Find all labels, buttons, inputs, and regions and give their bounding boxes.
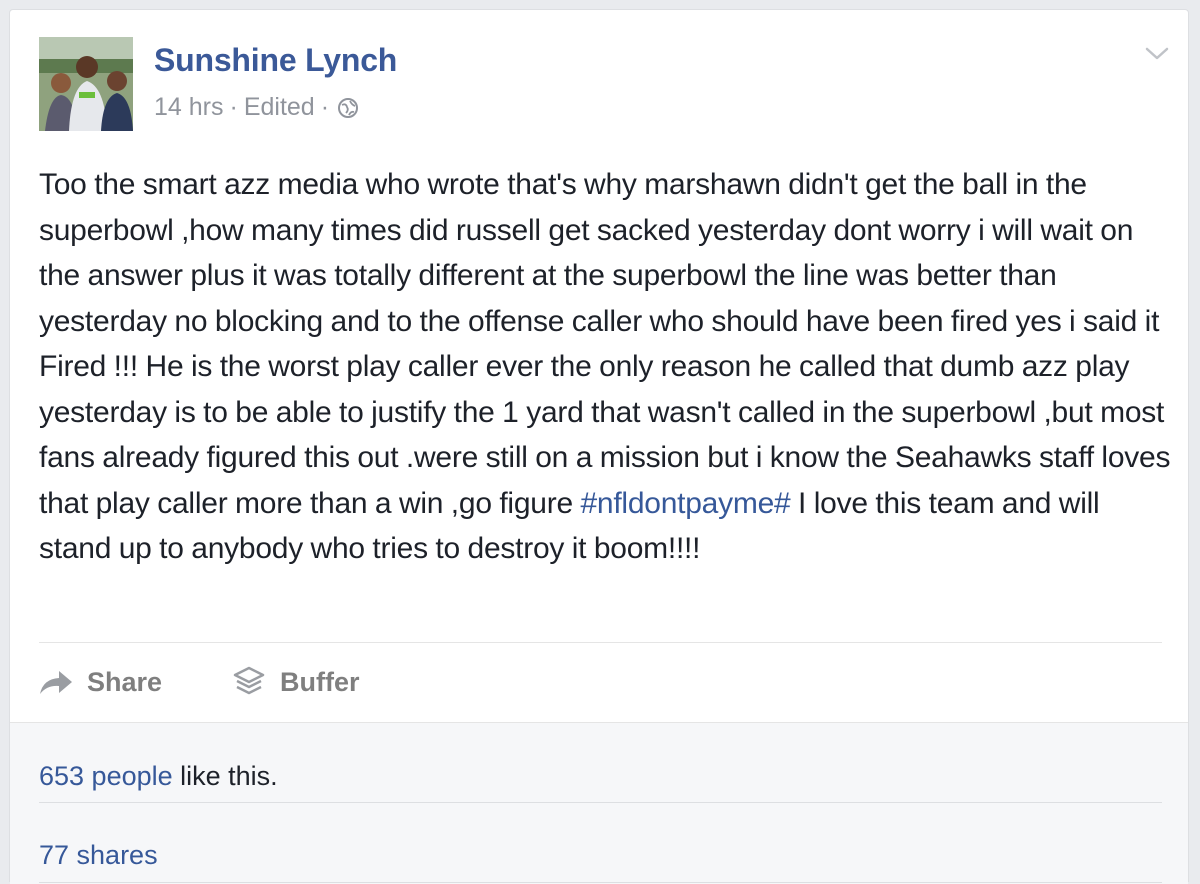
edited-label[interactable]: Edited bbox=[244, 93, 315, 122]
share-button[interactable]: Share bbox=[39, 667, 162, 698]
likes-suffix: like this. bbox=[172, 761, 278, 791]
avatar[interactable] bbox=[39, 37, 133, 131]
footer-divider-bottom bbox=[39, 882, 1162, 883]
post-text: Too the smart azz media who wrote that's… bbox=[39, 168, 1171, 520]
likes-summary: 653 people like this. bbox=[39, 761, 278, 792]
share-label: Share bbox=[87, 666, 163, 697]
share-arrow-icon bbox=[40, 671, 72, 694]
buffer-stack-icon bbox=[233, 666, 265, 695]
shares-summary: 77 shares bbox=[39, 840, 158, 871]
post-body: Too the smart azz media who wrote that's… bbox=[39, 162, 1174, 572]
shares-link[interactable]: 77 shares bbox=[39, 840, 158, 870]
meta-separator: · bbox=[229, 93, 238, 121]
footer-divider bbox=[39, 802, 1162, 803]
divider bbox=[39, 642, 1162, 643]
meta-separator: · bbox=[320, 93, 330, 121]
chevron-down-icon[interactable] bbox=[1144, 42, 1170, 64]
post-time[interactable]: 14 hrs bbox=[154, 93, 223, 122]
buffer-label: Buffer bbox=[280, 666, 360, 697]
hashtag-link[interactable]: #nfldontpayme# bbox=[580, 487, 790, 520]
likes-link[interactable]: 653 people bbox=[39, 761, 173, 791]
buffer-button[interactable]: Buffer bbox=[232, 665, 360, 699]
avatar-photo bbox=[39, 37, 133, 131]
author-name[interactable]: Sunshine Lynch bbox=[154, 42, 397, 79]
globe-icon[interactable] bbox=[337, 97, 359, 119]
post-meta: 14 hrs · Edited · bbox=[154, 93, 359, 122]
post-card: Sunshine Lynch 14 hrs · Edited · Too the… bbox=[9, 9, 1189, 884]
post-actions: Share Buffer bbox=[39, 662, 360, 702]
post-footer: 653 people like this. 77 shares bbox=[10, 722, 1188, 884]
